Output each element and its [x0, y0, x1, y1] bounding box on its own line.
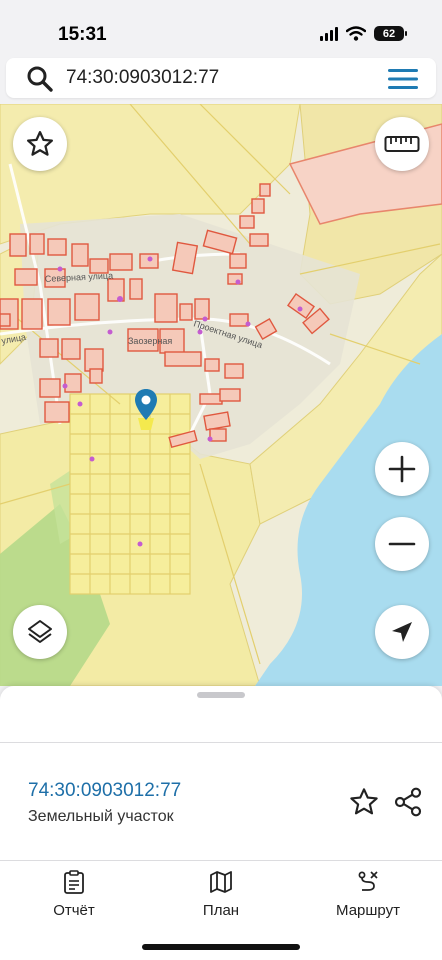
ruler-icon — [384, 136, 420, 152]
share-icon[interactable] — [392, 786, 424, 818]
tab-plan-label: План — [202, 902, 240, 919]
layers-icon — [28, 620, 52, 643]
search-icon[interactable] — [26, 65, 54, 93]
tab-route[interactable]: Маршрут — [308, 870, 428, 919]
zoom-in-button[interactable] — [375, 442, 429, 496]
search-input[interactable]: 74:30:0903012:77 — [66, 67, 219, 89]
layers-button[interactable] — [13, 605, 67, 659]
status-time: 15:31 — [58, 24, 107, 45]
status-bar: 15:31 62 — [0, 0, 442, 62]
tab-report-label: Отчёт — [53, 902, 95, 919]
parcel-number-link[interactable]: 74:30:0903012:77 — [28, 780, 181, 802]
navigation-arrow-icon — [392, 622, 412, 642]
tab-route-label: Маршрут — [336, 902, 400, 919]
map-icon — [210, 871, 232, 893]
star-icon — [27, 131, 53, 156]
cadastral-map[interactable]: Северная улица улица Проектная улица Зао… — [0, 104, 442, 686]
battery-level: 62 — [382, 27, 396, 40]
home-indicator[interactable] — [142, 944, 300, 950]
menu-icon[interactable] — [388, 68, 418, 90]
minus-icon — [388, 542, 416, 546]
sheet-drag-handle[interactable] — [197, 692, 245, 698]
my-location-button[interactable] — [375, 605, 429, 659]
route-icon — [358, 871, 378, 891]
wifi-icon — [346, 26, 366, 41]
star-icon[interactable] — [348, 786, 380, 818]
map-street-label: Заозерная — [128, 336, 172, 346]
ruler-button[interactable] — [375, 117, 429, 171]
battery-icon: 62 — [374, 26, 407, 41]
tab-plan[interactable]: План — [161, 870, 281, 919]
map-view[interactable]: Северная улица улица Проектная улица Зао… — [0, 104, 442, 686]
favorite-button[interactable] — [13, 117, 67, 171]
sheet-divider-top — [0, 742, 442, 743]
plus-icon — [388, 455, 416, 483]
sheet-divider-bottom — [0, 860, 442, 861]
status-icons: 62 — [320, 26, 407, 41]
zoom-out-button[interactable] — [375, 517, 429, 571]
cellular-signal-icon — [320, 26, 338, 41]
location-pin-icon[interactable] — [133, 388, 159, 432]
search-bar[interactable]: 74:30:0903012:77 — [6, 58, 436, 98]
tab-report[interactable]: Отчёт — [14, 870, 134, 919]
parcel-type-label: Земельный участок — [28, 808, 174, 825]
clipboard-icon — [64, 870, 84, 894]
